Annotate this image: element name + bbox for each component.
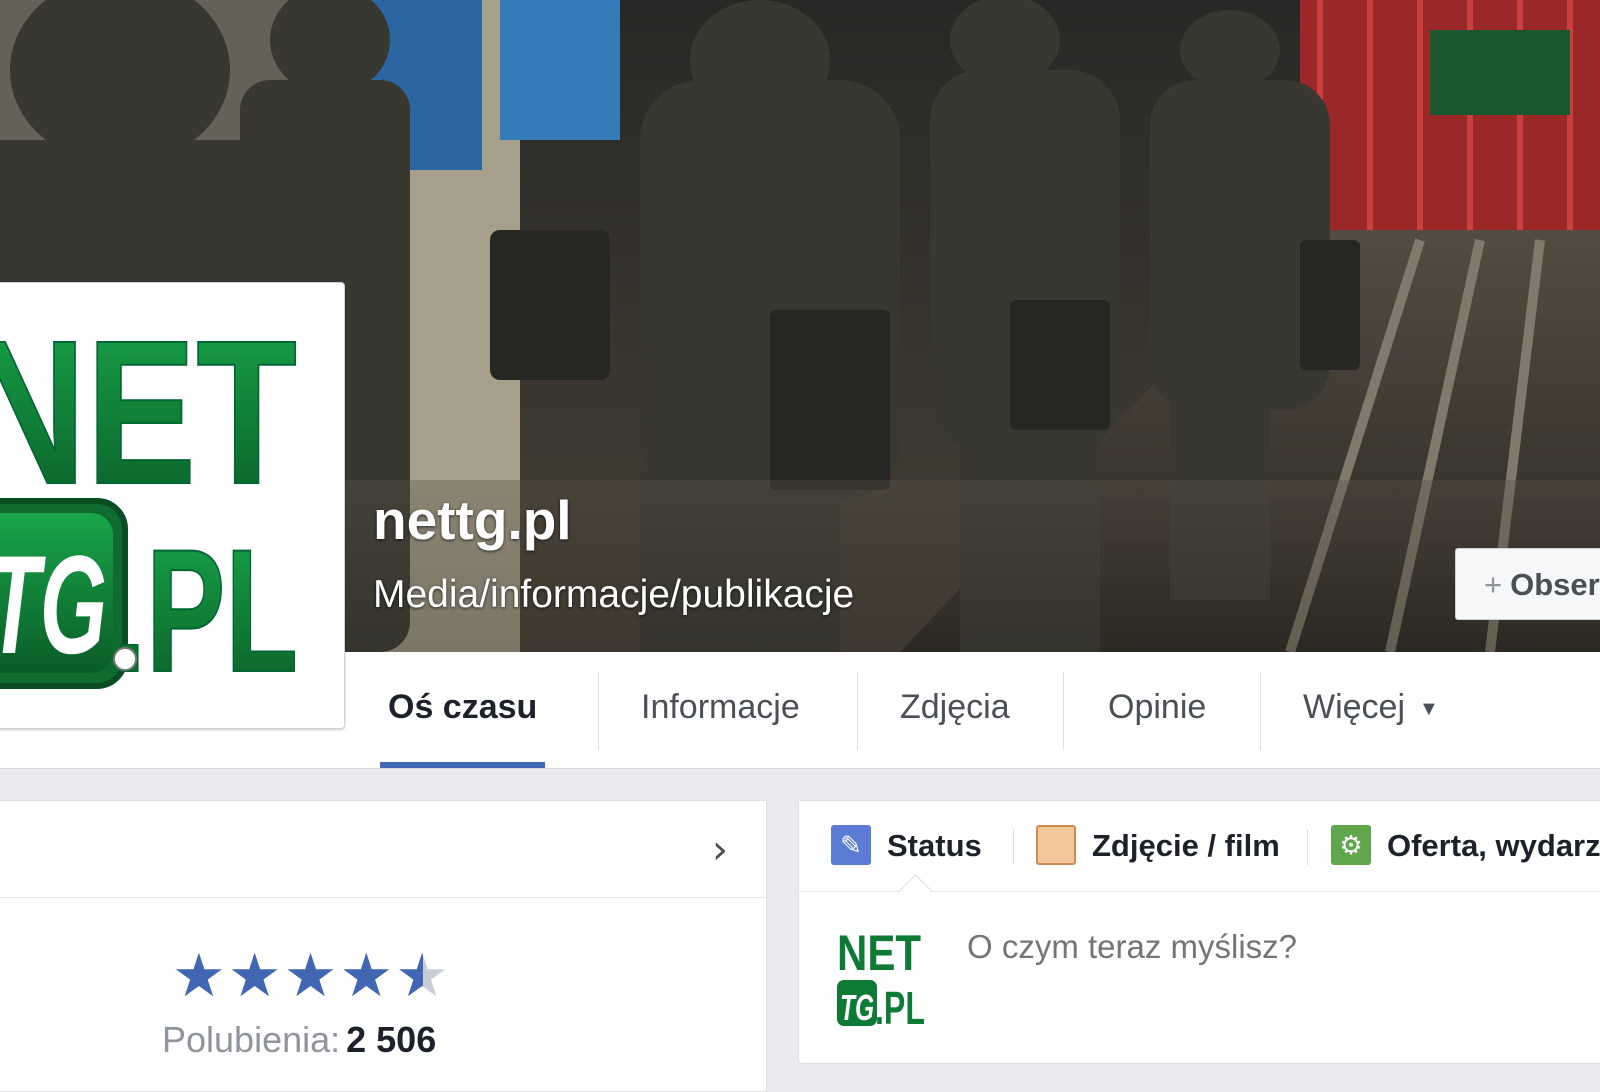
likes-number: 2 506 [346,1019,437,1060]
tab-divider [598,672,599,750]
tab-timeline[interactable]: Oś czasu [379,652,546,768]
tab-about[interactable]: Informacje [641,652,800,768]
pencil-icon: ✎ [831,824,871,865]
tab-divider [857,672,858,750]
half-star-icon: ★ [395,941,451,1011]
composer-divider [1307,829,1308,865]
composer-tabs: ✎ Status Zdjęcie / film ⚙ Oferta, wydarzen… [799,801,1600,907]
svg-text:TG: TG [0,526,107,683]
svg-text:TG: TG [840,987,874,1028]
rating-stars: ★★★★★ [172,941,451,1011]
mini-avatar-logo: NET TG .PL [837,925,925,1034]
likes-count: Polubienia: 2 506 [162,1019,436,1061]
svg-text:.PL: .PL [113,514,298,709]
star-icon: ★ [227,941,284,1011]
tab-photos[interactable]: Zdjęcia [900,652,1010,768]
composer-tab-photo[interactable]: Zdjęcie / film [1036,801,1280,891]
follow-button[interactable]: +Obserwuj [1455,548,1600,620]
card-header: › [0,801,766,898]
composer-tab-offer-label: Oferta, wydarzenie [1387,828,1600,863]
chevron-right-icon[interactable]: › [712,827,728,873]
gear-icon: ⚙ [1331,824,1371,865]
page-category[interactable]: Media/informacje/publikacje [373,573,854,617]
composer-body: NET TG .PL [799,892,1600,1062]
composer-divider [1013,829,1014,865]
page-name[interactable]: nettg.pl [373,488,572,552]
post-composer: ✎ Status Zdjęcie / film ⚙ Oferta, wydarzen… [798,800,1600,1064]
caret-down-icon: ▼ [1419,698,1439,721]
likes-label: Polubienia: [162,1019,341,1060]
composer-tab-status-label: Status [887,828,982,863]
star-icon: ★ [339,941,396,1011]
tab-more[interactable]: Więcej ▼ [1303,652,1439,768]
star-icon: ★ [283,941,340,1011]
tab-divider [1260,672,1261,750]
profile-picture[interactable]: NET TG .PL [0,282,345,729]
composer-tab-status[interactable]: ✎ Status [831,801,982,891]
svg-text:NET: NET [0,298,297,527]
tab-divider [1063,672,1064,750]
plus-icon: + [1484,567,1503,602]
composer-tab-offer[interactable]: ⚙ Oferta, wydarzenie [1331,801,1600,891]
composer-tab-photo-label: Zdjęcie / film [1092,828,1280,863]
status-input[interactable] [967,928,1567,966]
svg-text:NET: NET [837,925,921,981]
reviews-card: › ★★★★★ Polubienia: 2 506 [0,800,767,1092]
star-icon: ★ [172,941,228,1011]
svg-text:.PL: .PL [875,982,925,1034]
tab-more-label: Więcej [1303,688,1406,726]
photo-icon [1036,824,1076,865]
nettg-logo: NET TG .PL [0,297,299,710]
tab-reviews[interactable]: Opinie [1108,652,1206,768]
follow-button-label: Obserwuj [1510,567,1600,602]
